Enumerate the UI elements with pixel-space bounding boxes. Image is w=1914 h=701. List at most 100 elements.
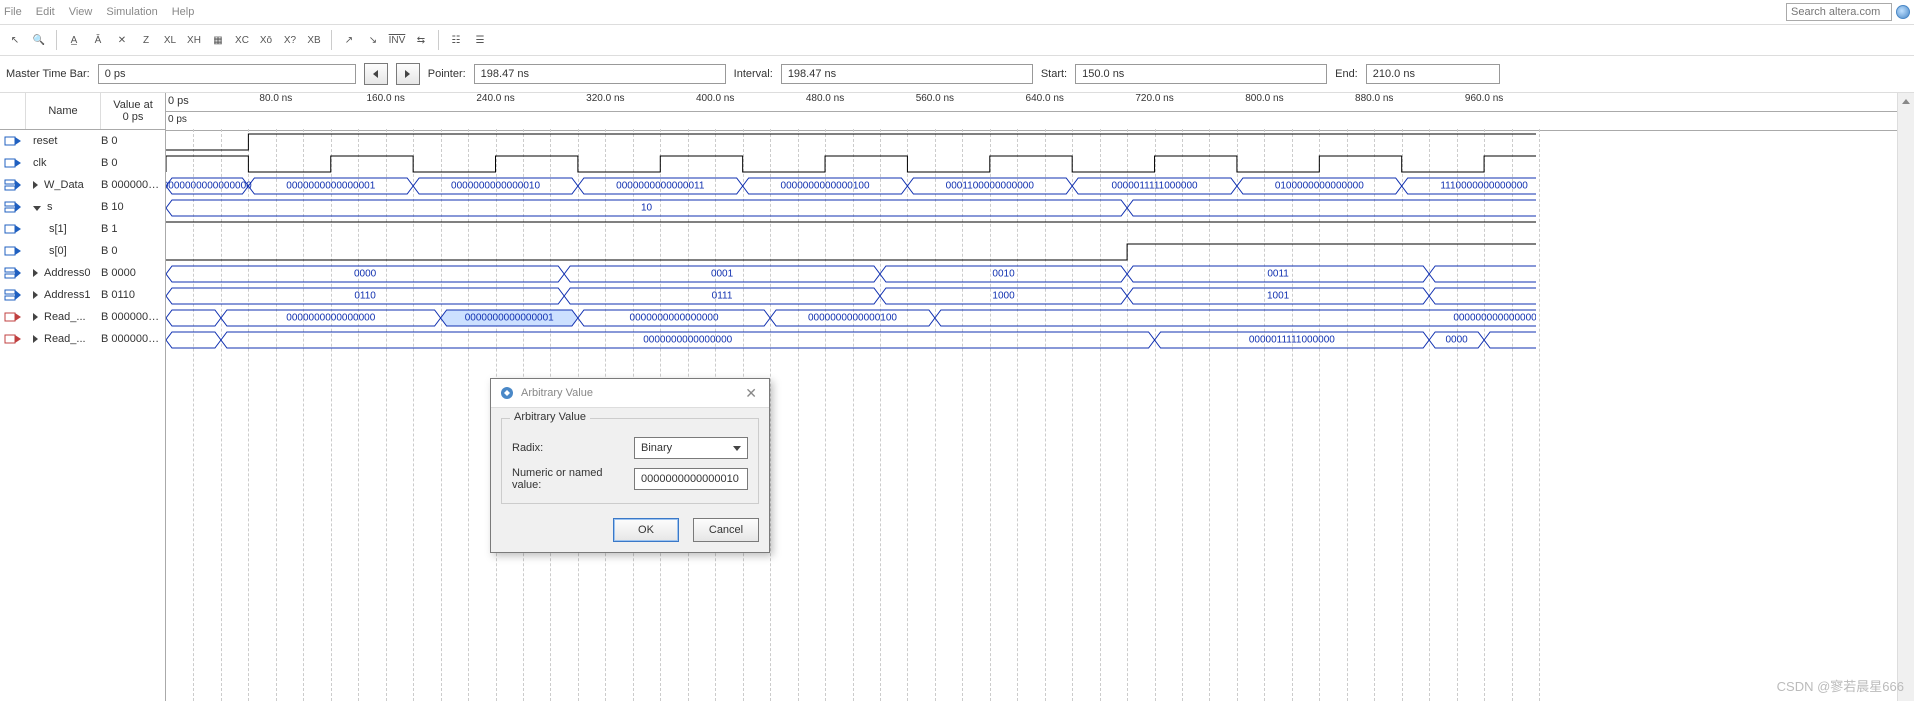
mtb-next-button[interactable]	[396, 63, 420, 85]
zoom-tool-icon[interactable]: 🔍	[28, 29, 50, 51]
menu-simulation[interactable]: Simulation	[106, 6, 157, 18]
tool-xc-icon[interactable]: XC	[231, 29, 253, 51]
svg-text:1110000000000000: 1110000000000000	[1440, 181, 1528, 192]
output-pin-icon	[0, 333, 25, 345]
tool-xl-icon[interactable]: XL	[159, 29, 181, 51]
time-bar: Master Time Bar: 0 ps Pointer: 198.47 ns…	[0, 56, 1914, 93]
ruler-tick: 400.0 ns	[696, 93, 734, 104]
bus-icon	[0, 201, 25, 213]
waveform-row[interactable]	[166, 131, 1914, 153]
ok-button[interactable]: OK	[613, 518, 679, 542]
tool-grp2-icon[interactable]: ☰	[469, 29, 491, 51]
tool-a-icon[interactable]: A̲	[63, 29, 85, 51]
signal-row[interactable]: clkB 0	[0, 152, 165, 174]
waveform-panel[interactable]: 0 ps 80.0 ns160.0 ns240.0 ns320.0 ns400.…	[166, 93, 1914, 701]
waveform-row[interactable]	[166, 219, 1914, 241]
search-input[interactable]	[1786, 3, 1892, 21]
signal-name: clk	[25, 157, 97, 169]
pointer-tool-icon[interactable]: ↖	[4, 29, 26, 51]
svg-text:0000000000000100: 0000000000000100	[808, 313, 897, 324]
signal-row[interactable]: sB 10	[0, 196, 165, 218]
interval-value: 198.47 ns	[781, 64, 1033, 84]
end-label: End:	[1335, 68, 1358, 80]
tool-r2-icon[interactable]: ↘	[362, 29, 384, 51]
expand-icon[interactable]	[33, 269, 38, 277]
name-column-header[interactable]: Name	[26, 93, 101, 129]
signal-row[interactable]: Address1B 0110	[0, 284, 165, 306]
expand-icon[interactable]	[33, 335, 38, 343]
radix-label: Radix:	[512, 442, 634, 454]
tool-inv-icon[interactable]: INV	[386, 29, 408, 51]
menu-file[interactable]: File	[4, 6, 22, 18]
value-label: Numeric or named value:	[512, 467, 634, 491]
signal-row[interactable]: s[0]B 0	[0, 240, 165, 262]
waveform-row[interactable]: 000000010010001101000101	[166, 263, 1914, 285]
waveform-row[interactable]	[166, 153, 1914, 175]
value-input[interactable]: 0000000000000010	[634, 468, 748, 490]
signal-row[interactable]: Read_...B 00000000...	[0, 328, 165, 350]
value-column-header[interactable]: Value at 0 ps	[101, 93, 165, 129]
tool-r1-icon[interactable]: ↗	[338, 29, 360, 51]
cancel-button[interactable]: Cancel	[693, 518, 759, 542]
svg-text:0010: 0010	[992, 269, 1015, 280]
signal-row[interactable]: Read_...B 00000000...	[0, 306, 165, 328]
waveform-row[interactable]	[166, 241, 1914, 263]
toolbar: ↖ 🔍 A̲ Ǎ ✕ Z XL XH ▦ XC Xō X? XB ↗ ↘ INV…	[0, 24, 1914, 56]
mtb-label: Master Time Bar:	[6, 68, 90, 80]
expand-icon[interactable]	[33, 181, 38, 189]
svg-text:0000: 0000	[354, 269, 377, 280]
waveform-row[interactable]: 0000000000000000000000000000000100000000…	[166, 175, 1914, 197]
svg-text:0011: 0011	[1267, 269, 1289, 280]
signal-value: B 0110	[97, 289, 165, 301]
start-value[interactable]: 150.0 ns	[1075, 64, 1327, 84]
menu-help[interactable]: Help	[172, 6, 195, 18]
signal-row[interactable]: s[1]B 1	[0, 218, 165, 240]
tool-del-icon[interactable]: ✕	[111, 29, 133, 51]
mtb-prev-button[interactable]	[364, 63, 388, 85]
tool-xh-icon[interactable]: XH	[183, 29, 205, 51]
signal-row[interactable]: resetB 0	[0, 130, 165, 152]
expand-icon[interactable]	[33, 206, 41, 211]
expand-icon[interactable]	[33, 313, 38, 321]
mtb-value[interactable]: 0 ps	[98, 64, 356, 84]
radix-select[interactable]: Binary	[634, 437, 748, 459]
svg-text:0001100000000000: 0001100000000000	[946, 181, 1035, 192]
signal-name: W_Data	[25, 179, 97, 191]
tool-xq-icon[interactable]: X?	[279, 29, 301, 51]
svg-text:0000000000000010: 0000000000000010	[451, 181, 540, 192]
svg-text:0000000000000000: 0000000000000000	[166, 181, 252, 192]
ruler-origin: 0 ps	[168, 95, 189, 107]
signal-row[interactable]: W_DataB 00000000...	[0, 174, 165, 196]
signal-row[interactable]: Address0B 0000	[0, 262, 165, 284]
start-label: Start:	[1041, 68, 1067, 80]
tool-xb-icon[interactable]: XB	[303, 29, 325, 51]
svg-text:0000000000000000: 0000000000000000	[286, 313, 375, 324]
tool-xe-icon[interactable]: Ǎ	[87, 29, 109, 51]
menu-view[interactable]: View	[69, 6, 93, 18]
waveform-row[interactable]: 0000000000000000000000000000000100000000…	[166, 307, 1914, 329]
globe-icon[interactable]	[1896, 5, 1910, 19]
dialog-close-button[interactable]: ✕	[741, 383, 761, 404]
svg-text:0000000000000100: 0000000000000100	[781, 181, 870, 192]
ruler-tick: 880.0 ns	[1355, 93, 1393, 104]
signal-name: s[0]	[25, 245, 97, 257]
vertical-scrollbar[interactable]	[1897, 93, 1914, 701]
tool-grid-icon[interactable]: ▦	[207, 29, 229, 51]
signal-value: B 00000000...	[97, 179, 165, 191]
expand-icon[interactable]	[33, 291, 38, 299]
tool-r3-icon[interactable]: ⇆	[410, 29, 432, 51]
signal-name: Address1	[25, 289, 97, 301]
end-value[interactable]: 210.0 ns	[1366, 64, 1500, 84]
bus-icon	[0, 267, 25, 279]
time-marker[interactable]: 0 ps	[168, 114, 187, 125]
tool-xo-icon[interactable]: Xō	[255, 29, 277, 51]
waveform-row[interactable]: 0000000000000000000001111100000000001110…	[166, 329, 1914, 351]
waveform-row[interactable]: 1011	[166, 197, 1914, 219]
signal-value: B 00000000...	[97, 311, 165, 323]
waveform-row[interactable]: 011001111000100110101011	[166, 285, 1914, 307]
signal-name: s[1]	[25, 223, 97, 235]
tool-grp1-icon[interactable]: ☷	[445, 29, 467, 51]
tool-z-icon[interactable]: Z	[135, 29, 157, 51]
input-pin-icon	[0, 157, 25, 169]
menu-edit[interactable]: Edit	[36, 6, 55, 18]
